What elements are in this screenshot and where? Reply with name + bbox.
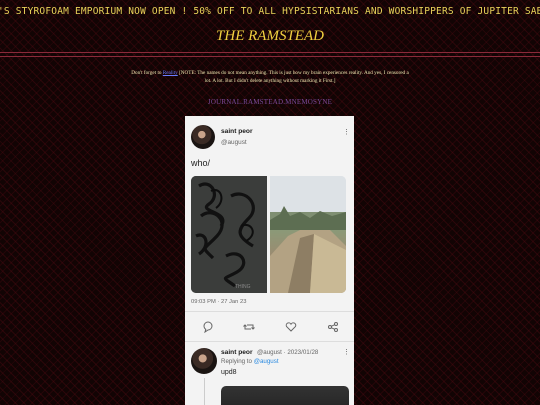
- reply-text: upd8: [221, 369, 237, 376]
- heart-icon: [285, 322, 297, 332]
- replying-label: Replying to: [221, 358, 252, 365]
- like-action[interactable]: [285, 320, 299, 332]
- overlook-photo: [270, 176, 346, 293]
- intro-note: Don't forget to Reality [NOTE: The names…: [130, 70, 410, 85]
- tweet-image-1[interactable]: THING: [191, 176, 267, 293]
- reply-action[interactable]: [202, 320, 216, 334]
- retweet-action[interactable]: [243, 320, 257, 332]
- reply-more-options-icon[interactable]: ⋮: [343, 348, 350, 356]
- svg-text:THING: THING: [235, 284, 251, 290]
- reply-avatar[interactable]: [191, 348, 217, 374]
- reply-meta: @august · 2023/01/28: [257, 349, 319, 356]
- share-icon: [328, 322, 338, 332]
- tweet-text: who/: [191, 158, 211, 168]
- avatar[interactable]: [191, 125, 215, 149]
- tweet-author-name[interactable]: saint peor: [221, 128, 253, 135]
- site-title: THE RAMSTEAD: [216, 28, 324, 44]
- thread-line: [204, 378, 205, 405]
- comment-icon: [203, 321, 213, 334]
- scrolling-marquee: 'S STYROFOAM EMPORIUM NOW OPEN ! 50% OFF…: [0, 6, 540, 20]
- note-body: [NOTE: The names do not mean anything. T…: [179, 70, 409, 84]
- marquee-text: 'S STYROFOAM EMPORIUM NOW OPEN ! 50% OFF…: [0, 6, 540, 17]
- note-prefix: Don't forget to: [131, 70, 162, 76]
- reply-divider: [185, 341, 354, 342]
- retweet-icon: [243, 324, 255, 330]
- graffiti-wall-photo: THING: [191, 176, 267, 293]
- reply-image[interactable]: [221, 386, 349, 405]
- share-action[interactable]: [327, 320, 341, 332]
- replying-to-handle[interactable]: @august: [254, 358, 279, 365]
- tweet-image-2[interactable]: [270, 176, 346, 293]
- tweet-author-handle[interactable]: @august: [221, 139, 247, 146]
- replying-to: Replying to @august: [221, 358, 279, 365]
- divider-bottom: [0, 56, 540, 57]
- reality-link[interactable]: Reality: [163, 70, 178, 76]
- reply-author-name[interactable]: saint peor: [221, 349, 253, 356]
- journal-link[interactable]: JOURNAL.RAMSTEAD.MNEMOSYNE: [0, 98, 540, 106]
- divider-top: [0, 52, 540, 53]
- tweet-timestamp: 09:03 PM · 27 Jan 23: [191, 299, 247, 305]
- tweet-card: saint peor @august ⋮ who/ THING 09:03 PM…: [185, 116, 354, 405]
- tweet-divider: [185, 311, 354, 312]
- more-options-icon[interactable]: ⋮: [343, 128, 350, 136]
